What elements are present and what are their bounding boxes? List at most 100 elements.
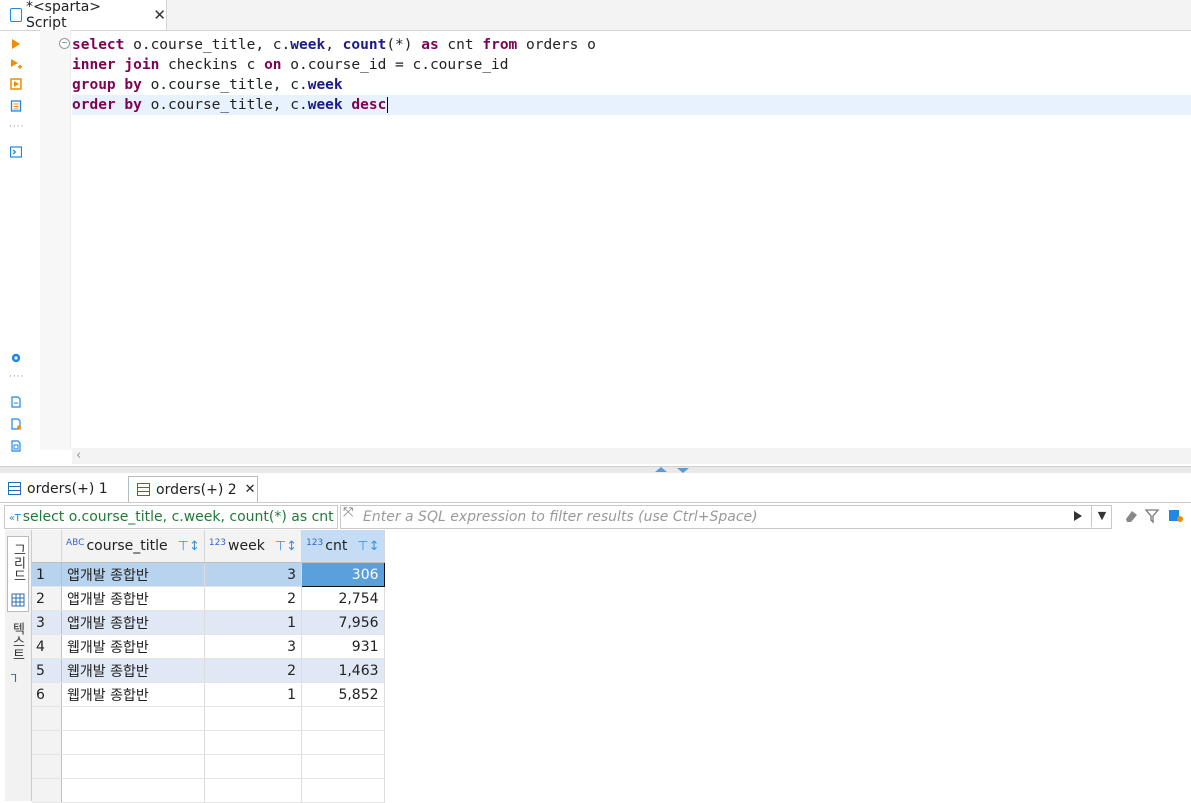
row-number-cell[interactable] — [32, 778, 62, 803]
column-name-week: week — [228, 538, 265, 554]
result-tab-1[interactable]: orders(+) 1 — [0, 476, 128, 501]
table-row[interactable]: 3 앱개발 종합반 1 7,956 — [32, 610, 385, 635]
row-number-cell[interactable]: 2 — [32, 586, 62, 611]
query-text-label[interactable]: «T select o.course_title, c.week, count(*… — [4, 505, 338, 529]
filter-apply-icon[interactable] — [1073, 510, 1083, 522]
cnt-cell[interactable] — [301, 754, 385, 779]
grid-view-tab[interactable]: 그리드 — [7, 536, 29, 612]
new-script-icon[interactable] — [10, 418, 22, 430]
cnt-cell[interactable]: 1,463 — [301, 658, 385, 683]
empty-row — [32, 706, 385, 731]
terminal-output-icon[interactable] — [10, 146, 22, 158]
table-row[interactable]: 6 웹개발 종합반 1 5,852 — [32, 682, 385, 707]
code-keyword: on — [264, 57, 282, 73]
toolbar-separator: ···· — [9, 122, 25, 132]
editor-toolbar: ···· ···· — [4, 30, 26, 460]
filter-history-dropdown[interactable]: ▼ — [1091, 505, 1112, 527]
panel-splitter[interactable] — [0, 466, 1191, 473]
week-cell[interactable] — [204, 730, 303, 755]
table-row[interactable]: 4 웹개발 종합반 3 931 — [32, 634, 385, 659]
close-result-tab-icon[interactable]: ✕ — [245, 482, 256, 497]
row-number-cell[interactable]: 5 — [32, 658, 62, 683]
execute-script-icon[interactable] — [10, 78, 22, 90]
splitter-arrows-icon[interactable] — [655, 466, 691, 474]
cnt-cell[interactable]: 7,956 — [301, 610, 385, 635]
scroll-left-icon[interactable]: ‹ — [76, 448, 81, 463]
code-keyword: select — [72, 37, 125, 53]
code-token: o.course_title, c. — [141, 77, 308, 93]
code-line[interactable]: group by o.course_title, c.week — [72, 75, 1191, 95]
export-script-icon[interactable] — [10, 396, 22, 408]
column-header-week[interactable]: 123 week ⊤↕ — [204, 530, 303, 563]
cnt-cell[interactable] — [301, 778, 385, 803]
code-line[interactable]: order by o.course_title, c.week desc — [72, 95, 1191, 115]
result-view-switcher: 그리드 텍스트 Ꞁ — [5, 530, 32, 801]
load-script-icon[interactable] — [10, 440, 22, 452]
course-title-cell[interactable]: 앱개발 종합반 — [61, 586, 205, 611]
course-title-cell[interactable]: 웹개발 종합반 — [61, 658, 205, 683]
week-cell[interactable]: 3 — [204, 634, 303, 659]
course-title-cell[interactable]: 앱개발 종합반 — [61, 562, 205, 587]
cnt-cell[interactable] — [301, 706, 385, 731]
row-number-cell[interactable]: 6 — [32, 682, 62, 707]
execute-in-new-tab-icon[interactable] — [10, 58, 22, 70]
filter-manager-icon[interactable] — [1168, 508, 1184, 524]
column-header-course_title[interactable]: ABC course_title ⊤↕ — [61, 530, 205, 563]
row-number-cell[interactable]: 3 — [32, 610, 62, 635]
row-number-cell[interactable] — [32, 706, 62, 731]
code-line[interactable]: select o.course_title, c.week, count(*) … — [72, 35, 1191, 55]
cnt-cell[interactable]: 5,852 — [301, 682, 385, 707]
filter-settings-icon[interactable] — [1145, 508, 1161, 524]
filter-expression-input[interactable]: Enter a SQL expression to filter results… — [340, 505, 1112, 529]
week-cell[interactable]: 1 — [204, 610, 303, 635]
eraser-icon[interactable] — [1123, 508, 1139, 524]
column-header-cnt[interactable]: 123 cnt ⊤↕ — [301, 530, 385, 563]
column-sort-filter-icon[interactable]: ⊤↕ — [178, 539, 200, 554]
column-sort-filter-icon[interactable]: ⊤↕ — [275, 539, 297, 554]
close-tab-icon[interactable]: ✕ — [153, 6, 166, 24]
sql-editor[interactable]: select o.course_title, c.week, count(*) … — [72, 35, 1191, 115]
script-icon — [10, 8, 22, 22]
course-title-cell[interactable]: 앱개발 종합반 — [61, 610, 205, 635]
week-cell[interactable]: 1 — [204, 682, 303, 707]
course-title-cell[interactable] — [61, 730, 205, 755]
execute-statement-icon[interactable] — [10, 38, 22, 50]
result-tab-2[interactable]: orders(+) 2 ✕ — [128, 476, 258, 502]
text-view-tab[interactable]: 텍스트 Ꞁ — [7, 622, 27, 692]
code-keyword: desc — [351, 97, 387, 113]
toolbar-separator-2: ···· — [9, 372, 25, 382]
row-number-cell[interactable]: 4 — [32, 634, 62, 659]
explain-plan-icon[interactable] — [10, 100, 22, 112]
settings-gear-icon[interactable] — [10, 352, 22, 364]
code-line[interactable]: inner join checkins c on o.course_id = c… — [72, 55, 1191, 75]
cnt-cell[interactable]: 306 — [301, 562, 385, 587]
row-number-cell[interactable] — [32, 754, 62, 779]
week-cell[interactable] — [204, 706, 303, 731]
table-row[interactable]: 5 웹개발 종합반 2 1,463 — [32, 658, 385, 683]
empty-row — [32, 778, 385, 803]
course-title-cell[interactable]: 웹개발 종합반 — [61, 634, 205, 659]
course-title-cell[interactable] — [61, 706, 205, 731]
row-number-cell[interactable]: 1 — [32, 562, 62, 587]
course-title-cell[interactable] — [61, 754, 205, 779]
editor-horizontal-scrollbar[interactable]: ‹ — [72, 448, 1191, 464]
cnt-cell[interactable]: 2,754 — [301, 586, 385, 611]
week-cell[interactable] — [204, 778, 303, 803]
row-number-header[interactable] — [32, 530, 62, 563]
row-number-cell[interactable] — [32, 730, 62, 755]
column-sort-filter-icon[interactable]: ⊤↕ — [357, 539, 379, 554]
grid-icon — [11, 593, 25, 607]
sql-text-icon: «T — [9, 513, 21, 524]
course-title-cell[interactable] — [61, 778, 205, 803]
cnt-cell[interactable] — [301, 730, 385, 755]
week-cell[interactable]: 2 — [204, 586, 303, 611]
week-cell[interactable]: 3 — [204, 562, 303, 587]
table-row[interactable]: 2 앱개발 종합반 2 2,754 — [32, 586, 385, 611]
week-cell[interactable]: 2 — [204, 658, 303, 683]
table-row[interactable]: 1 앱개발 종합반 3 306 — [32, 562, 385, 587]
week-cell[interactable] — [204, 754, 303, 779]
script-editor-tab[interactable]: *<sparta> Script ✕ — [0, 0, 167, 31]
cnt-cell[interactable]: 931 — [301, 634, 385, 659]
fold-toggle-icon[interactable]: − — [59, 38, 70, 49]
course-title-cell[interactable]: 웹개발 종합반 — [61, 682, 205, 707]
